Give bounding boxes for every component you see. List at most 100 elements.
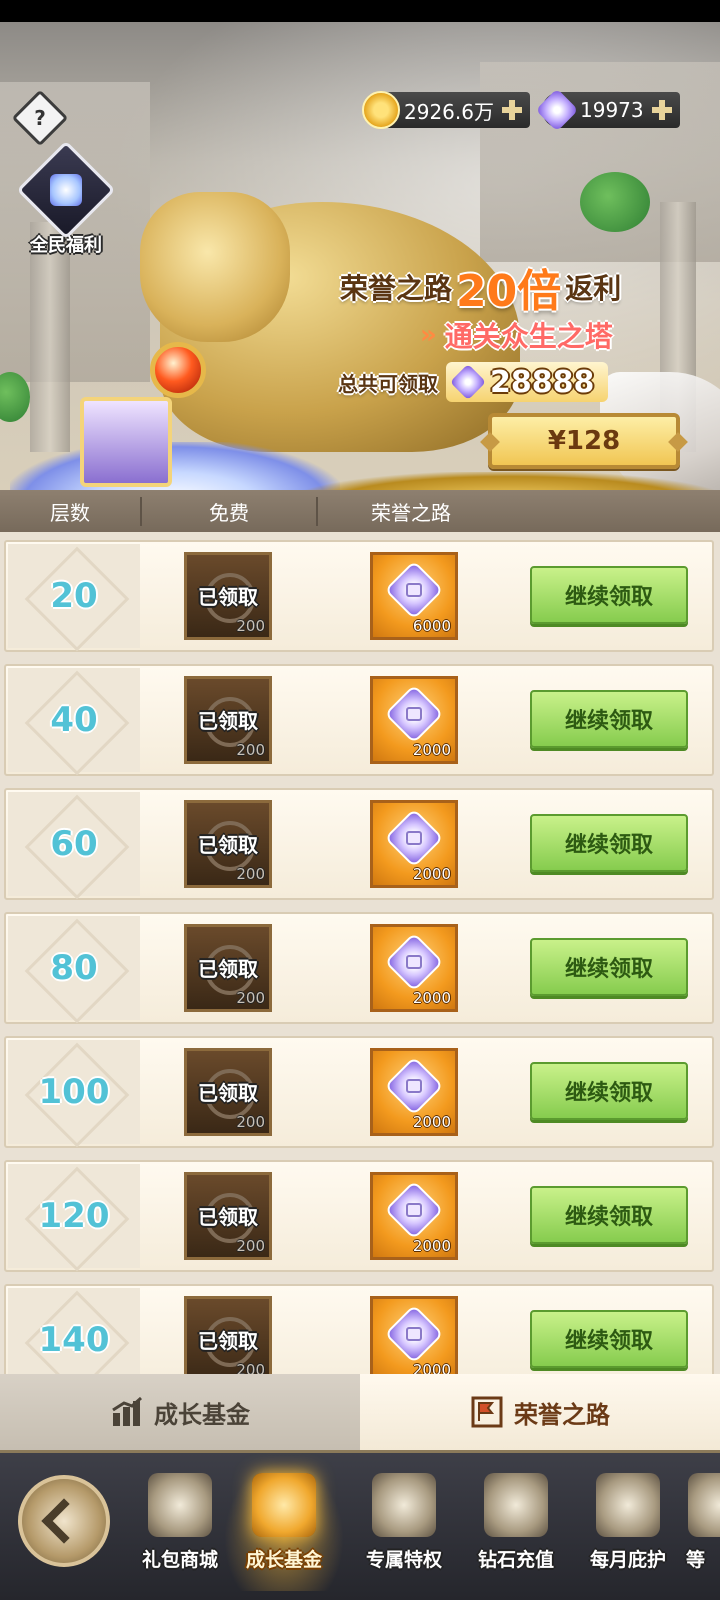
free-amount: 200 xyxy=(236,865,265,883)
total-label: 总共可领取 xyxy=(338,371,438,396)
claimed-label: 已领取 xyxy=(198,1205,258,1229)
tab-honor-road-label: 荣誉之路 xyxy=(514,1400,610,1429)
claim-button[interactable]: 继续领取 xyxy=(530,1310,688,1368)
total-reward-row: 总共可领取 28888 xyxy=(338,360,678,404)
growth-fund-icon xyxy=(252,1473,316,1537)
honor-reward-tile[interactable]: 2000 xyxy=(370,1048,458,1136)
level-value: 20 xyxy=(50,576,98,616)
question-icon: ? xyxy=(34,106,46,130)
honor-reward-tile[interactable]: 2000 xyxy=(370,1172,458,1260)
status-bar xyxy=(0,0,720,22)
free-amount: 200 xyxy=(236,989,265,1007)
lock-icon xyxy=(406,1327,422,1341)
honor-amount: 2000 xyxy=(412,1237,451,1255)
monthly-shield-icon xyxy=(596,1473,660,1537)
add-gold-icon[interactable] xyxy=(500,98,524,122)
claim-button[interactable]: 继续领取 xyxy=(530,690,688,748)
honor-reward-tile[interactable]: 2000 xyxy=(370,1296,458,1374)
coin-pile-art xyxy=(300,472,720,490)
claim-button[interactable]: 继续领取 xyxy=(530,566,688,624)
lock-icon xyxy=(406,707,422,721)
add-diamond-icon[interactable] xyxy=(650,98,674,122)
nav-label: 专属特权 xyxy=(365,1549,442,1571)
honor-amount: 2000 xyxy=(412,741,451,759)
honor-flag-icon xyxy=(471,1396,503,1428)
total-reward-box: 28888 xyxy=(446,362,609,402)
tab-honor-road[interactable]: 荣誉之路 xyxy=(360,1374,720,1450)
tab-growth-fund[interactable]: 成长基金 xyxy=(0,1374,360,1450)
gift-bag-icon xyxy=(16,140,116,240)
gold-value: 2926.6万 xyxy=(404,99,494,124)
purchase-button[interactable]: ¥128 xyxy=(488,413,680,469)
nav-label: 每月庇护 xyxy=(589,1549,666,1571)
free-amount: 200 xyxy=(236,741,265,759)
free-reward-tile: 已领取 200 xyxy=(184,800,272,888)
tab-growth-fund-label: 成长基金 xyxy=(154,1400,250,1429)
claimed-label: 已领取 xyxy=(198,1329,258,1353)
gold-coin-icon xyxy=(362,91,400,129)
free-reward-tile: 已领取 200 xyxy=(184,1296,272,1374)
background-tree xyxy=(580,172,650,232)
diamond-value: 19973 xyxy=(580,98,644,122)
header-free: 免费 xyxy=(142,496,318,526)
claim-button[interactable]: 继续领取 xyxy=(530,1062,688,1120)
table-row: 80 已领取 200 2000 继续领取 xyxy=(4,912,714,1024)
honor-reward-tile[interactable]: 2000 xyxy=(370,924,458,1012)
nav-item-privilege[interactable]: 专属特权 xyxy=(350,1467,458,1587)
nav-item-more[interactable]: 等 xyxy=(684,1467,720,1587)
lock-icon xyxy=(406,1079,422,1093)
nav-item-shop[interactable]: 礼包商城 xyxy=(126,1467,234,1587)
table-row: 20 已领取 200 6000 继续领取 xyxy=(4,540,714,652)
lock-icon xyxy=(406,831,422,845)
growth-chart-icon xyxy=(112,1396,142,1426)
treasure-chest-art xyxy=(80,397,172,487)
banner-subtitle: 通关众生之塔 xyxy=(444,320,613,353)
nav-label: 钻石充值 xyxy=(477,1549,554,1571)
shop-icon xyxy=(148,1473,212,1537)
bottom-nav: 礼包商城 成长基金 专属特权 钻石充值 每月庇护 等 xyxy=(0,1450,720,1600)
diamond-icon xyxy=(449,363,487,401)
free-reward-tile: 已领取 200 xyxy=(184,1172,272,1260)
honor-amount: 2000 xyxy=(412,865,451,883)
more-icon xyxy=(688,1473,720,1537)
free-reward-tile: 已领取 200 xyxy=(184,552,272,640)
reward-list[interactable]: 20 已领取 200 6000 继续领取 40 已领取 200 2000 继续领… xyxy=(0,532,720,1374)
table-header: 层数 免费 荣誉之路 xyxy=(0,490,720,532)
nav-item-monthly-shield[interactable]: 每月庇护 xyxy=(574,1467,682,1587)
banner-title-suffix: 返利 xyxy=(565,272,622,305)
claim-button[interactable]: 继续领取 xyxy=(530,814,688,872)
fund-tabs: 成长基金 荣誉之路 xyxy=(0,1374,720,1450)
honor-reward-tile[interactable]: 6000 xyxy=(370,552,458,640)
claim-button[interactable]: 继续领取 xyxy=(530,1186,688,1244)
honor-reward-tile[interactable]: 2000 xyxy=(370,676,458,764)
diamond-recharge-icon xyxy=(484,1473,548,1537)
honor-amount: 2000 xyxy=(412,989,451,1007)
claimed-label: 已领取 xyxy=(198,1081,258,1105)
gem-pile-art xyxy=(10,442,340,490)
level-value: 140 xyxy=(38,1320,110,1360)
total-value: 28888 xyxy=(490,364,595,400)
level-value: 40 xyxy=(50,700,98,740)
welfare-button[interactable]: 全民福利 xyxy=(16,140,116,257)
honor-amount: 2000 xyxy=(412,1361,451,1374)
table-row: 40 已领取 200 2000 继续领取 xyxy=(4,664,714,776)
level-value: 80 xyxy=(50,948,98,988)
table-row: 60 已领取 200 2000 继续领取 xyxy=(4,788,714,900)
free-amount: 200 xyxy=(236,617,265,635)
header-honor: 荣誉之路 xyxy=(371,500,451,525)
free-amount: 200 xyxy=(236,1237,265,1255)
nav-label: 礼包商城 xyxy=(141,1549,218,1571)
honor-reward-tile[interactable]: 2000 xyxy=(370,800,458,888)
nav-label: 成长基金 xyxy=(245,1549,322,1571)
nav-item-diamond-recharge[interactable]: 钻石充值 xyxy=(462,1467,570,1587)
lion-head-art xyxy=(140,192,290,342)
header-level: 层数 xyxy=(0,496,142,526)
nav-label: 等 xyxy=(686,1549,706,1571)
nav-item-growth-fund[interactable]: 成长基金 xyxy=(230,1467,338,1587)
claimed-label: 已领取 xyxy=(198,585,258,609)
honor-amount: 2000 xyxy=(412,1113,451,1131)
back-button[interactable] xyxy=(18,1475,110,1567)
claim-button[interactable]: 继续领取 xyxy=(530,938,688,996)
diamond-currency: 19973 xyxy=(535,88,680,132)
chevron-right-icon: » xyxy=(420,320,437,350)
